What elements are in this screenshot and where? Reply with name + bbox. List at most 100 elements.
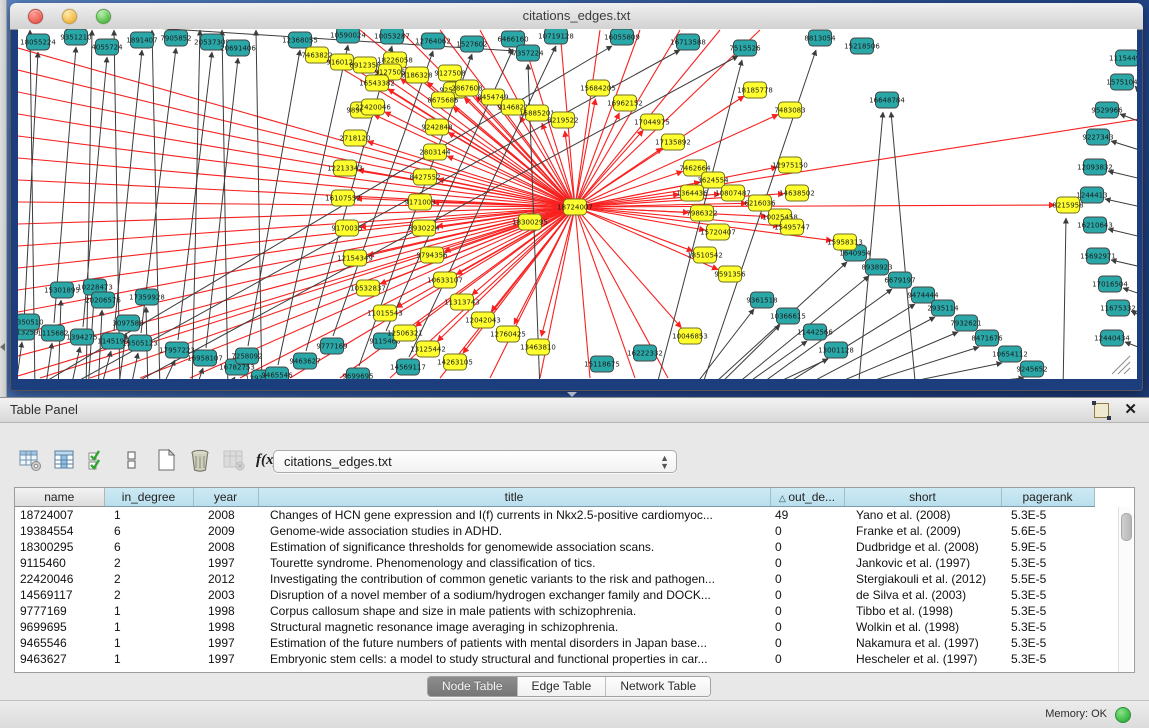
table-row[interactable]: 1456911722003Disruption of a novel membe… — [15, 587, 1094, 603]
citation-edge-black[interactable] — [192, 30, 200, 379]
table-row[interactable]: 2242004622012Investigating the contribut… — [15, 571, 1094, 587]
node-table-container[interactable]: namein_degreeyeartitle△ out_de...shortpa… — [14, 487, 1135, 673]
column-header-short[interactable]: short — [844, 488, 1001, 507]
cell-pagerank[interactable]: 5.5E-5 — [1001, 571, 1094, 587]
cell-in_degree[interactable]: 1 — [104, 603, 193, 619]
vertical-scrollbar[interactable] — [1118, 507, 1132, 672]
cell-short[interactable]: Tibbo et al. (1998) — [844, 603, 1001, 619]
table-row[interactable]: 911546021997Tourette syndrome. Phenomeno… — [15, 555, 1094, 571]
cell-out[interactable]: 0 — [770, 571, 844, 587]
citation-edge-black[interactable] — [882, 378, 1024, 379]
table-row[interactable]: 946362711997Embryonic stem cells: a mode… — [15, 651, 1094, 667]
cell-out[interactable]: 0 — [770, 619, 844, 635]
cell-title[interactable]: Structural magnetic resonance image aver… — [258, 619, 770, 635]
cell-title[interactable]: Disruption of a novel member of a sodium… — [258, 587, 770, 603]
citation-edge-red[interactable] — [575, 207, 635, 378]
citation-edge-red[interactable] — [575, 207, 590, 378]
citation-edge-black[interactable] — [18, 342, 22, 379]
cell-year[interactable]: 1997 — [193, 635, 258, 651]
citation-edge-red[interactable] — [575, 207, 779, 226]
cell-year[interactable]: 2003 — [193, 587, 258, 603]
citation-edge-black[interactable] — [100, 351, 111, 379]
cell-name[interactable]: 9777169 — [15, 603, 104, 619]
cell-title[interactable]: Estimation of significance thresholds fo… — [258, 539, 770, 555]
citation-edge-black[interactable] — [690, 309, 754, 379]
cell-pagerank[interactable]: 5.3E-5 — [1001, 651, 1094, 667]
network-view-window[interactable]: citations_edges.txt 18055224935121040557… — [10, 3, 1143, 391]
cell-short[interactable]: Dudbridge et al. (2008) — [844, 539, 1001, 555]
citation-edge-black[interactable] — [1063, 218, 1066, 379]
citation-edge-black[interactable] — [1108, 229, 1137, 238]
cell-title[interactable]: Changes of HCN gene expression and I(f) … — [258, 507, 770, 524]
cell-out[interactable]: 0 — [770, 555, 844, 571]
citation-edge-red[interactable] — [18, 207, 575, 224]
citation-edge-black[interactable] — [1111, 260, 1137, 268]
cell-name[interactable]: 9463627 — [15, 651, 104, 667]
citation-edge-red[interactable] — [575, 207, 693, 251]
cell-in_degree[interactable]: 1 — [104, 619, 193, 635]
table-settings-button[interactable] — [14, 445, 46, 475]
cell-title[interactable]: Embryonic stem cells: a model to study s… — [258, 651, 770, 667]
cell-name[interactable]: 9699695 — [15, 619, 104, 635]
row-height-button[interactable] — [116, 445, 148, 475]
cell-name[interactable]: 19384554 — [15, 523, 104, 539]
tab-edge-table[interactable]: Edge Table — [518, 677, 607, 696]
cell-title[interactable]: Corpus callosum shape and size in male p… — [258, 603, 770, 619]
cell-pagerank[interactable]: 5.3E-5 — [1001, 635, 1094, 651]
tab-node-table[interactable]: Node Table — [428, 677, 518, 696]
cell-in_degree[interactable]: 6 — [104, 523, 193, 539]
column-header-pagerank[interactable]: pagerank — [1001, 488, 1094, 507]
cell-in_degree[interactable]: 6 — [104, 539, 193, 555]
citation-edge-black[interactable] — [1135, 86, 1137, 98]
table-row[interactable]: 1872400712008Changes of HCN gene express… — [15, 507, 1094, 524]
cell-year[interactable]: 1998 — [193, 603, 258, 619]
cell-year[interactable]: 2008 — [193, 539, 258, 555]
cell-short[interactable]: Franke et al. (2009) — [844, 523, 1001, 539]
cell-title[interactable]: Investigating the contribution of common… — [258, 571, 770, 587]
cell-name[interactable]: 14569117 — [15, 587, 104, 603]
citation-edge-red[interactable] — [18, 136, 575, 207]
table-selector-dropdown[interactable]: citations_edges.txt ▲▼ — [273, 450, 677, 473]
cell-short[interactable]: Hescheler et al. (1997) — [844, 651, 1001, 667]
citation-edge-black[interactable] — [225, 377, 235, 379]
network-canvas-holder[interactable]: 1805522493512104055724189140779058522053… — [18, 29, 1137, 379]
column-header-year[interactable]: year — [193, 488, 258, 507]
table-row[interactable]: 1938455462009Genome-wide association stu… — [15, 523, 1094, 539]
cell-name[interactable]: 9465546 — [15, 635, 104, 651]
column-selector-button[interactable] — [48, 445, 80, 475]
cell-name[interactable]: 22420046 — [15, 571, 104, 587]
citation-edge-red[interactable] — [575, 118, 1137, 207]
cell-out[interactable]: 0 — [770, 587, 844, 603]
citation-edge-black[interactable] — [70, 347, 80, 379]
citation-edge-black[interactable] — [891, 112, 916, 379]
citation-edge-red[interactable] — [18, 207, 575, 268]
cell-short[interactable]: Yano et al. (2008) — [844, 507, 1001, 524]
citation-edge-black[interactable] — [1105, 199, 1137, 208]
cell-in_degree[interactable]: 2 — [104, 571, 193, 587]
cell-in_degree[interactable]: 2 — [104, 587, 193, 603]
cell-year[interactable]: 2009 — [193, 523, 258, 539]
cell-pagerank[interactable]: 5.6E-5 — [1001, 523, 1094, 539]
cell-in_degree[interactable]: 1 — [104, 635, 193, 651]
cell-pagerank[interactable]: 5.3E-5 — [1001, 555, 1094, 571]
select-columns-button[interactable] — [82, 445, 114, 475]
cell-name[interactable]: 9115460 — [15, 555, 104, 571]
close-panel-icon[interactable]: ✕ — [1124, 400, 1137, 418]
column-header-title[interactable]: title — [258, 488, 770, 507]
table-row[interactable]: 1830029562008Estimation of significance … — [15, 539, 1094, 555]
cell-out[interactable]: 0 — [770, 539, 844, 555]
cell-out[interactable]: 49 — [770, 507, 844, 524]
cell-pagerank[interactable]: 5.3E-5 — [1001, 603, 1094, 619]
left-panel-collapsed-strip[interactable] — [0, 0, 7, 397]
tab-network-table[interactable]: Network Table — [606, 677, 710, 696]
table-panel-titlebar[interactable]: Table Panel ✕ — [0, 398, 1149, 423]
cell-out[interactable]: 0 — [770, 635, 844, 651]
cell-short[interactable]: Jankovic et al. (1997) — [844, 555, 1001, 571]
citation-edge-black[interactable] — [130, 353, 138, 379]
cell-short[interactable]: de Silva et al. (2003) — [844, 587, 1001, 603]
scrollbar-thumb[interactable] — [1121, 513, 1132, 541]
new-table-button[interactable] — [150, 445, 182, 475]
citation-edge-black[interactable] — [206, 58, 238, 348]
cell-in_degree[interactable]: 1 — [104, 651, 193, 667]
citation-edge-black[interactable] — [860, 363, 1002, 379]
